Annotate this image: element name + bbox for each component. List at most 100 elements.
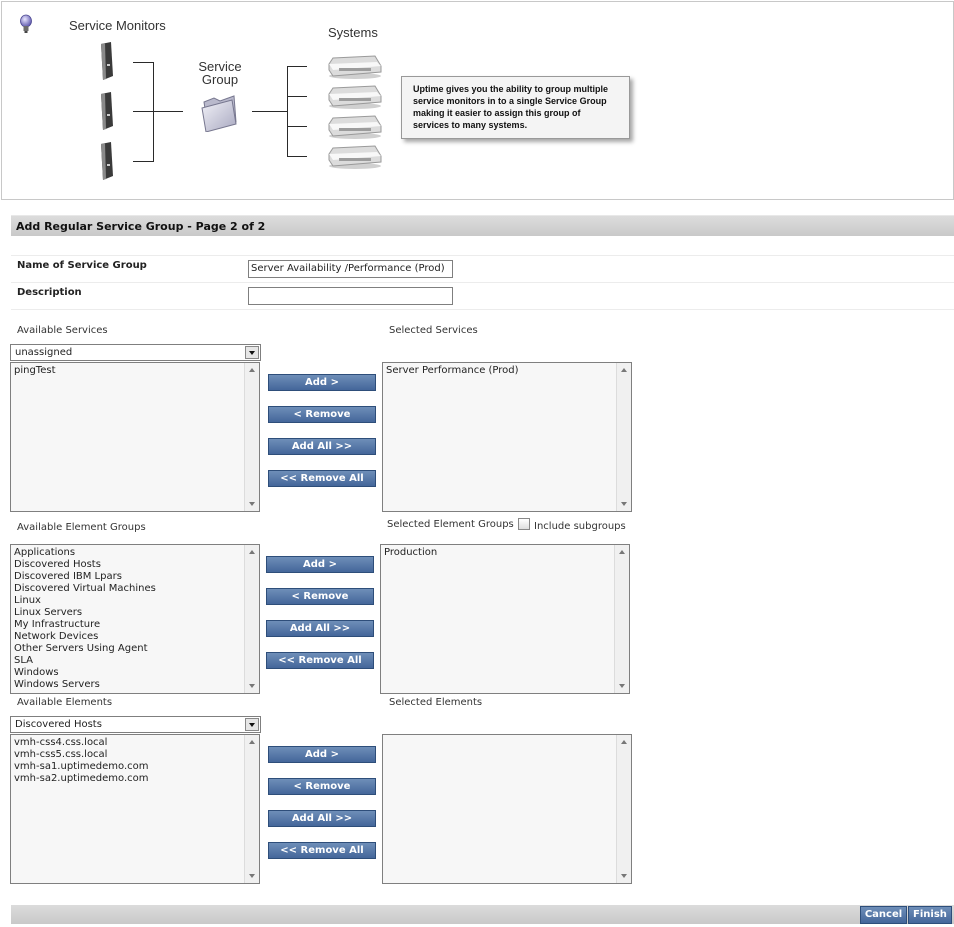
list-item[interactable]: Production: [384, 547, 437, 559]
available-elements-list[interactable]: vmh-css4.css.local vmh-css5.css.local vm…: [10, 734, 260, 884]
list-item[interactable]: pingTest: [14, 365, 56, 377]
elements-filter-select[interactable]: Discovered Hosts: [10, 716, 261, 733]
scroll-up-icon[interactable]: [621, 740, 627, 744]
service-monitors-label: Service Monitors: [69, 18, 166, 33]
selected-services-label: Selected Services: [389, 325, 478, 336]
connector-line: [287, 96, 307, 97]
service-group-name-input[interactable]: Server Availability /Performance (Prod): [248, 260, 453, 278]
list-item[interactable]: Linux: [14, 595, 156, 607]
remove-all-services-button[interactable]: << Remove All: [268, 470, 376, 487]
info-tooltip: Uptime gives you the ability to group mu…: [401, 76, 630, 139]
description-row: [11, 282, 954, 310]
available-elements-label: Available Elements: [17, 697, 113, 708]
server-drive-icon: [328, 115, 382, 139]
connector-line: [133, 62, 154, 63]
scrollbar[interactable]: [244, 363, 259, 511]
description-label: Description: [17, 287, 82, 298]
chevron-down-icon[interactable]: [245, 718, 259, 731]
add-all-services-button[interactable]: Add All >>: [268, 438, 376, 455]
scroll-up-icon[interactable]: [619, 550, 625, 554]
connector-line: [287, 66, 307, 67]
remove-all-elements-button[interactable]: << Remove All: [268, 842, 376, 859]
include-subgroups-checkbox[interactable]: [518, 518, 530, 530]
scroll-down-icon[interactable]: [249, 874, 255, 878]
add-all-elements-button[interactable]: Add All >>: [268, 810, 376, 827]
connector-line: [287, 156, 307, 157]
connector-line: [287, 66, 288, 156]
remove-service-button[interactable]: < Remove: [268, 406, 376, 423]
add-service-button[interactable]: Add >: [268, 374, 376, 391]
list-item[interactable]: vmh-sa1.uptimedemo.com: [14, 761, 148, 773]
selected-services-list[interactable]: Server Performance (Prod): [382, 362, 632, 512]
connector-line: [133, 111, 154, 112]
scrollbar[interactable]: [244, 735, 259, 883]
scroll-up-icon[interactable]: [249, 550, 255, 554]
selected-element-groups-list[interactable]: Production: [380, 544, 630, 694]
form-title-bar: Add Regular Service Group - Page 2 of 2: [11, 215, 954, 236]
list-item[interactable]: Server Performance (Prod): [386, 365, 519, 377]
list-item[interactable]: My Infrastructure: [14, 619, 156, 631]
elements-filter-value: Discovered Hosts: [15, 719, 102, 730]
remove-element-button[interactable]: < Remove: [268, 778, 376, 795]
description-input[interactable]: [248, 287, 453, 305]
connector-line: [133, 161, 154, 162]
services-filter-value: unassigned: [15, 347, 73, 358]
connector-line: [153, 62, 154, 162]
name-label: Name of Service Group: [17, 260, 147, 271]
connector-line: [252, 111, 288, 112]
scroll-up-icon[interactable]: [249, 740, 255, 744]
server-drive-icon: [328, 85, 382, 109]
form-footer-bar: Cancel Finish: [11, 905, 954, 924]
row-divider: [11, 309, 954, 310]
service-group-label: Service Group: [198, 59, 242, 87]
list-item[interactable]: Windows Servers: [14, 679, 156, 691]
list-item[interactable]: Discovered IBM Lpars: [14, 571, 156, 583]
selected-elements-list[interactable]: [382, 734, 632, 884]
scroll-down-icon[interactable]: [621, 502, 627, 506]
scrollbar[interactable]: [614, 545, 629, 693]
scroll-down-icon[interactable]: [619, 684, 625, 688]
list-item[interactable]: Network Devices: [14, 631, 156, 643]
services-filter-select[interactable]: unassigned: [10, 344, 261, 361]
systems-label: Systems: [328, 25, 378, 40]
list-item[interactable]: vmh-css4.css.local: [14, 737, 148, 749]
chevron-down-icon[interactable]: [245, 346, 259, 359]
page-title: Add Regular Service Group - Page 2 of 2: [16, 220, 266, 233]
lightbulb-icon: [20, 14, 32, 33]
add-all-element-groups-button[interactable]: Add All >>: [266, 620, 374, 637]
cancel-button[interactable]: Cancel: [860, 906, 907, 924]
name-row: [11, 255, 954, 282]
list-item[interactable]: Discovered Virtual Machines: [14, 583, 156, 595]
scroll-down-icon[interactable]: [621, 874, 627, 878]
scrollbar[interactable]: [616, 363, 631, 511]
service-group-diagram: Service Monitors Service Group Systems U…: [1, 1, 954, 200]
list-item[interactable]: Windows: [14, 667, 156, 679]
selected-elements-label: Selected Elements: [389, 697, 483, 708]
finish-button[interactable]: Finish: [908, 906, 952, 924]
add-element-group-button[interactable]: Add >: [266, 556, 374, 573]
selected-element-groups-label: Selected Element Groups: [387, 519, 514, 530]
list-item[interactable]: vmh-sa2.uptimedemo.com: [14, 773, 148, 785]
add-element-button[interactable]: Add >: [268, 746, 376, 763]
include-subgroups-label: Include subgroups: [534, 521, 626, 532]
list-item[interactable]: vmh-css5.css.local: [14, 749, 148, 761]
remove-element-group-button[interactable]: < Remove: [266, 588, 374, 605]
remove-all-element-groups-button[interactable]: << Remove All: [266, 652, 374, 669]
connector-line: [153, 111, 183, 112]
scroll-down-icon[interactable]: [249, 502, 255, 506]
available-element-groups-list[interactable]: Applications Discovered Hosts Discovered…: [10, 544, 260, 694]
available-services-list[interactable]: pingTest: [10, 362, 260, 512]
list-item[interactable]: Applications: [14, 547, 156, 559]
list-item[interactable]: Discovered Hosts: [14, 559, 156, 571]
available-element-groups-label: Available Element Groups: [17, 522, 146, 533]
scrollbar[interactable]: [244, 545, 259, 693]
list-item[interactable]: Other Servers Using Agent: [14, 643, 156, 655]
scroll-down-icon[interactable]: [249, 684, 255, 688]
scroll-up-icon[interactable]: [249, 368, 255, 372]
scroll-up-icon[interactable]: [621, 368, 627, 372]
server-drive-icon: [328, 55, 382, 79]
available-services-label: Available Services: [17, 325, 108, 336]
list-item[interactable]: SLA: [14, 655, 156, 667]
list-item[interactable]: Linux Servers: [14, 607, 156, 619]
scrollbar[interactable]: [616, 735, 631, 883]
